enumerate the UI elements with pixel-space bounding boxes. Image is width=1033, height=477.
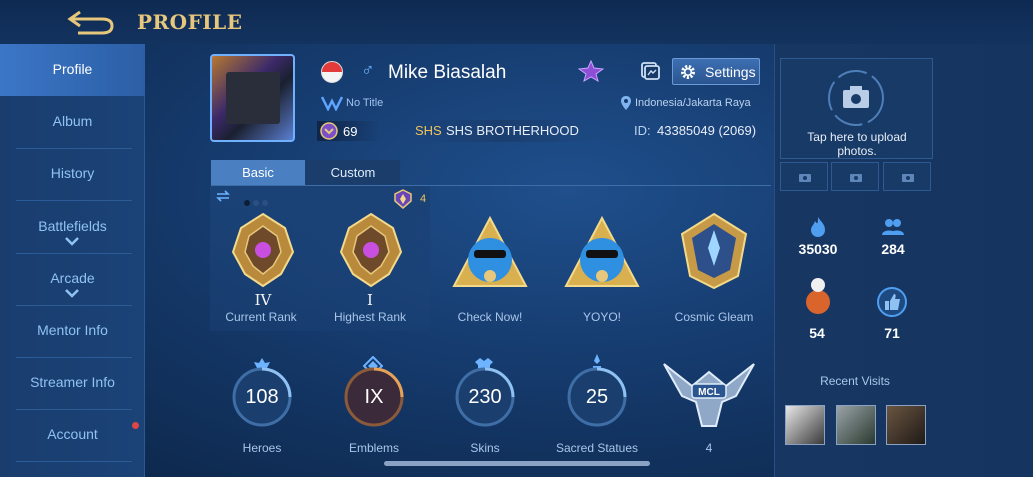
settings-button[interactable]: Settings	[672, 58, 760, 85]
notification-dot	[132, 422, 139, 429]
sidebar-item-label: Battlefields	[38, 218, 107, 234]
current-rank-medal-icon[interactable]	[223, 210, 303, 290]
showcase-label: Check Now!	[457, 310, 523, 324]
camera-icon	[828, 70, 884, 126]
sidebar-divider	[16, 461, 132, 462]
sidebar-item-label: History	[50, 165, 95, 181]
mythic-count: 4	[420, 193, 427, 205]
camera-icon	[902, 174, 914, 182]
location-pin-icon	[621, 96, 631, 110]
photo-slot[interactable]	[831, 162, 879, 191]
gender-icon: ♂	[361, 60, 375, 80]
mythic-glory-icon	[394, 189, 412, 209]
current-rank-tier: IV	[254, 291, 272, 309]
sidebar-item-profile[interactable]: Profile	[0, 44, 145, 96]
followers-count: 284	[881, 241, 905, 257]
showcase-label: Cosmic Gleam	[674, 310, 754, 324]
chevron-down-icon	[65, 237, 79, 246]
player-id: 43385049 (2069)	[657, 123, 757, 138]
country-flag-icon	[321, 61, 343, 83]
yoyo-mascot-icon[interactable]	[562, 214, 642, 294]
avatar[interactable]	[210, 54, 295, 142]
page-indicator	[244, 193, 271, 211]
recent-visits-title: Recent Visits	[820, 374, 890, 388]
back-arrow-icon	[67, 10, 114, 35]
skins-label: Skins	[470, 441, 500, 455]
cosmic-gleam-emblem-icon[interactable]	[674, 210, 754, 290]
profile-main: ♂ Mike Biasalah Settings No Title Indone…	[200, 44, 771, 477]
avatar-image	[226, 72, 280, 124]
photo-album-icon[interactable]	[640, 61, 660, 81]
star-badge-icon[interactable]	[578, 60, 604, 82]
sidebar-item-album[interactable]: Album	[0, 96, 145, 148]
check-now-mascot-icon[interactable]	[450, 214, 530, 294]
sidebar-item-label: Album	[52, 113, 93, 129]
gifts-count: 54	[809, 325, 825, 341]
squad-name: SHS BROTHERHOOD	[446, 123, 579, 138]
chevron-down-icon	[65, 289, 79, 298]
player-level: 69	[343, 124, 358, 139]
upload-hint: Tap here to upload photos.	[807, 130, 907, 158]
camera-icon	[799, 174, 811, 182]
current-rank-label: Current Rank	[225, 310, 297, 324]
heroes-count: 108	[245, 386, 279, 408]
popularity-count: 35030	[798, 241, 838, 257]
emblems-label: Emblems	[348, 441, 399, 455]
settings-label: Settings	[705, 64, 756, 80]
sidebar-item-history[interactable]: History	[0, 148, 145, 200]
popularity-flame-icon	[811, 217, 825, 237]
sidebar-item-label: Profile	[52, 61, 93, 77]
back-button[interactable]	[64, 8, 118, 36]
visitor-avatar[interactable]	[886, 405, 926, 445]
emblems-level: IX	[364, 386, 384, 408]
mcl-count: 4	[705, 441, 713, 455]
showcase-label: YOYO!	[582, 310, 621, 324]
sidebar-item-mentor-info[interactable]: Mentor Info	[0, 305, 145, 357]
level-icon	[320, 122, 338, 140]
gift-balloon-icon[interactable]	[802, 276, 834, 316]
tab-basic[interactable]: Basic	[211, 160, 305, 185]
gear-icon	[681, 65, 695, 79]
swap-icon[interactable]	[216, 190, 230, 202]
id-label: ID:	[634, 123, 651, 138]
sidebar-item-battlefields[interactable]: Battlefields	[0, 201, 145, 253]
location-text: Indonesia/Jakarta Raya	[635, 97, 751, 109]
sidebar-item-label: Streamer Info	[30, 374, 115, 390]
player-title[interactable]: No Title	[346, 97, 383, 109]
photo-slot[interactable]	[883, 162, 931, 191]
sidebar-item-label: Mentor Info	[37, 322, 108, 338]
camera-icon	[850, 174, 862, 182]
like-thumb-icon[interactable]	[876, 286, 908, 318]
squad-tag: SHS	[415, 123, 442, 138]
visitor-avatar[interactable]	[785, 405, 825, 445]
skins-count: 230	[468, 386, 502, 408]
sidebar-item-label: Arcade	[50, 270, 95, 286]
heroes-label: Heroes	[242, 441, 282, 455]
highest-rank-medal-icon[interactable]	[331, 210, 411, 290]
sidebar-item-arcade[interactable]: Arcade	[0, 253, 145, 305]
sacred-statues-label: Sacred Statues	[555, 441, 639, 455]
highest-rank-label: Highest Rank	[333, 310, 407, 324]
highest-rank-tier: I	[367, 291, 373, 309]
sidebar-item-streamer-info[interactable]: Streamer Info	[0, 357, 145, 409]
svg-text:MCL: MCL	[698, 387, 720, 398]
horizontal-scrollbar[interactable]	[384, 461, 650, 466]
followers-icon[interactable]	[881, 216, 905, 238]
photo-slot[interactable]	[780, 162, 828, 191]
username: Mike Biasalah	[388, 62, 507, 83]
likes-count: 71	[884, 325, 900, 341]
mcl-trophy-icon[interactable]: MCL	[662, 356, 756, 440]
sidebar-item-account[interactable]: Account	[0, 409, 145, 461]
sidebar-item-label: Account	[47, 426, 98, 442]
tab-custom[interactable]: Custom	[306, 160, 400, 185]
visitor-avatar[interactable]	[836, 405, 876, 445]
sacred-statues-count: 25	[585, 386, 609, 408]
page-title: PROFILE	[137, 10, 243, 34]
title-icon	[321, 96, 343, 111]
